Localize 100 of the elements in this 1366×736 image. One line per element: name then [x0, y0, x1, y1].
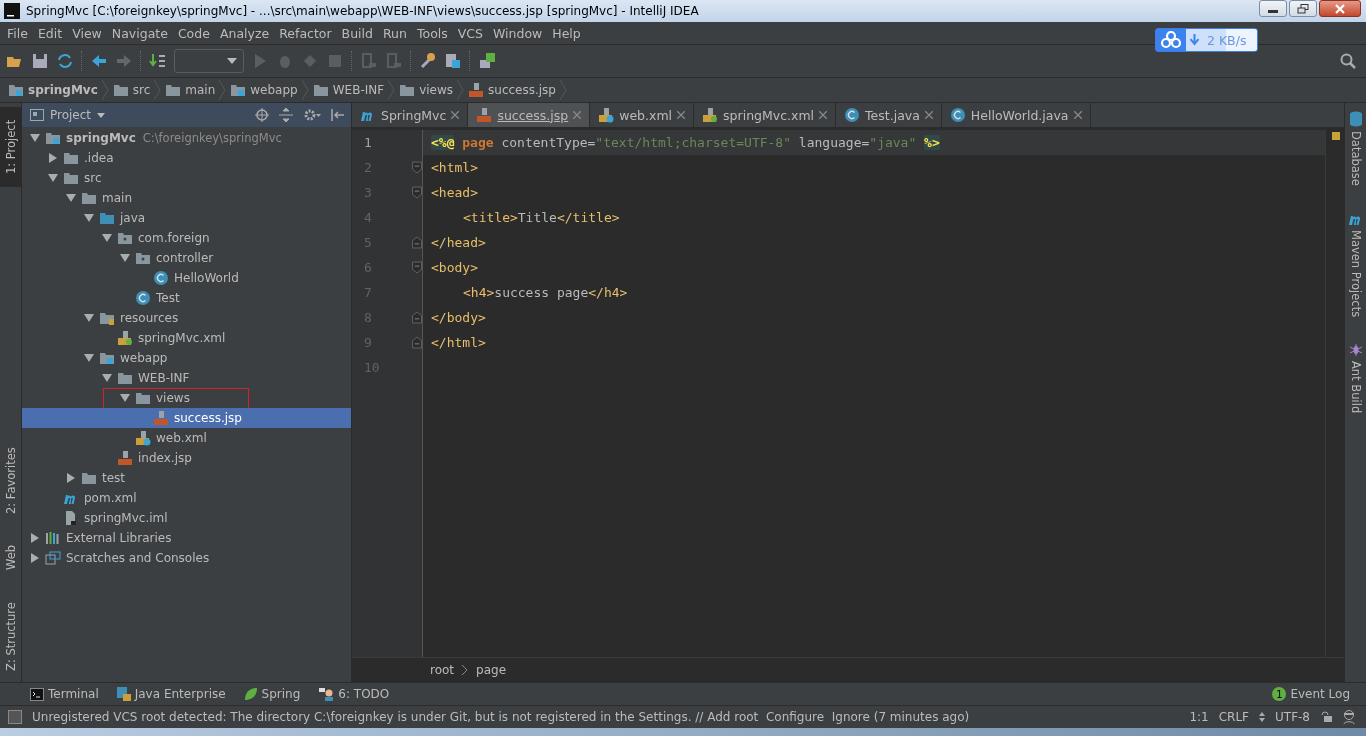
tree-item[interactable]: index.jsp — [22, 448, 351, 468]
inspector-icon[interactable] — [1342, 709, 1356, 725]
breadcrumb-item[interactable]: src — [112, 83, 151, 97]
menu-item[interactable]: File — [2, 25, 33, 41]
tool-window-tab[interactable]: Java Enterprise — [116, 687, 226, 701]
menu-item[interactable]: Build — [336, 25, 378, 41]
expanded-arrow-icon[interactable] — [84, 313, 94, 323]
editor-tab[interactable]: Test.java — [836, 103, 942, 127]
editor-tab[interactable]: HelloWorld.java — [941, 103, 1091, 127]
tool-window-tab[interactable]: Terminal — [30, 687, 99, 701]
tree-item[interactable]: .idea — [22, 148, 351, 168]
close-icon[interactable] — [924, 111, 933, 119]
tree-item[interactable]: web.xml — [22, 428, 351, 448]
menu-item[interactable]: Code — [172, 25, 215, 41]
menu-item[interactable]: Navigate — [106, 25, 173, 41]
editor-tab[interactable]: web.xml — [590, 103, 695, 127]
expanded-arrow-icon[interactable] — [120, 253, 130, 263]
hide-panel-icon[interactable] — [331, 108, 345, 122]
close-button[interactable] — [1319, 0, 1361, 17]
expanded-arrow-icon[interactable] — [120, 393, 130, 403]
close-icon[interactable] — [677, 111, 686, 119]
tool-window-tab[interactable]: 6: TODO — [318, 687, 390, 701]
tree-item[interactable]: External Libraries — [22, 528, 351, 548]
tool-window-tab[interactable]: Maven Projects — [1347, 211, 1364, 317]
expanded-arrow-icon[interactable] — [66, 193, 76, 203]
tool-window-tab[interactable]: Ant Build — [1348, 343, 1363, 414]
panel-toggle-icon[interactable] — [8, 710, 22, 724]
menu-item[interactable]: Analyze — [214, 25, 275, 41]
lock-icon[interactable] — [1320, 711, 1332, 723]
tool-window-tab[interactable]: Web — [0, 535, 21, 579]
collapsed-arrow-icon[interactable] — [30, 533, 40, 543]
minimize-button[interactable] — [1259, 0, 1287, 17]
panel-title-dropdown[interactable]: Project — [30, 108, 106, 122]
caret-position[interactable]: 1:1 — [1189, 710, 1209, 724]
editor-tab[interactable]: success.jsp — [468, 103, 591, 127]
fold-marker-icon[interactable] — [412, 261, 422, 274]
fold-marker-icon[interactable] — [412, 311, 422, 324]
fold-marker-icon[interactable] — [412, 186, 422, 199]
settings-icon[interactable] — [303, 108, 321, 122]
breadcrumb-item[interactable]: webapp — [230, 83, 298, 97]
tree-item[interactable]: main — [22, 188, 351, 208]
breadcrumb-item[interactable]: success.jsp — [468, 82, 556, 98]
expanded-arrow-icon[interactable] — [102, 373, 112, 383]
tool-window-tab[interactable]: Database — [1348, 111, 1363, 186]
collapsed-arrow-icon[interactable] — [30, 553, 40, 563]
collapse-icon[interactable] — [279, 108, 293, 122]
tree-item[interactable]: pom.xml — [22, 488, 351, 508]
tree-item[interactable]: com.foreign — [22, 228, 351, 248]
event-log-tab[interactable]: 1 Event Log — [1272, 687, 1350, 701]
expanded-arrow-icon[interactable] — [102, 233, 112, 243]
structure-icon[interactable] — [419, 52, 437, 70]
tree-item[interactable]: Scratches and Consoles — [22, 548, 351, 568]
tree-item[interactable]: src — [22, 168, 351, 188]
menu-item[interactable]: Window — [488, 25, 548, 41]
tree-item[interactable]: resources — [22, 308, 351, 328]
close-icon[interactable] — [573, 111, 582, 119]
expanded-arrow-icon[interactable] — [30, 133, 40, 143]
tool-window-tab[interactable]: 1: Project — [0, 107, 21, 187]
breadcrumb-item[interactable]: views — [399, 83, 454, 97]
breadcrumb-item[interactable]: page — [476, 663, 507, 677]
menu-item[interactable]: Run — [378, 25, 412, 41]
file-encoding[interactable]: UTF-8 — [1275, 710, 1310, 724]
breadcrumb-item[interactable]: main — [165, 83, 216, 97]
back-icon[interactable] — [90, 52, 108, 70]
sync-icon[interactable] — [56, 52, 74, 70]
tree-item[interactable]: java — [22, 208, 351, 228]
tree-item[interactable]: Test — [22, 288, 351, 308]
tool-window-tab[interactable]: Z: Structure — [0, 599, 21, 675]
tree-item[interactable]: webapp — [22, 348, 351, 368]
tree-item[interactable]: controller — [22, 248, 351, 268]
target-icon[interactable] — [255, 108, 269, 122]
make-icon[interactable] — [149, 52, 167, 70]
menu-item[interactable]: Help — [547, 25, 586, 41]
expanded-arrow-icon[interactable] — [48, 173, 58, 183]
restore-button[interactable] — [1289, 0, 1317, 17]
expanded-arrow-icon[interactable] — [84, 353, 94, 363]
search-icon[interactable] — [1340, 53, 1356, 69]
close-icon[interactable] — [1073, 111, 1082, 119]
fold-marker-icon[interactable] — [412, 336, 422, 349]
collapsed-arrow-icon[interactable] — [48, 153, 58, 163]
fold-marker-icon[interactable] — [412, 161, 422, 174]
tree-item[interactable]: springMvc.xml — [22, 328, 351, 348]
menu-item[interactable]: Edit — [32, 25, 68, 41]
fold-marker-icon[interactable] — [412, 236, 422, 249]
save-icon[interactable] — [31, 52, 49, 70]
expanded-arrow-icon[interactable] — [84, 213, 94, 223]
menu-item[interactable]: Tools — [411, 25, 453, 41]
menu-item[interactable]: View — [67, 25, 107, 41]
tree-item[interactable]: WEB-INF — [22, 368, 351, 388]
tool-window-tab[interactable]: 2: Favorites — [0, 443, 21, 518]
tree-item[interactable]: springMvc.iml — [22, 508, 351, 528]
tool-window-tab[interactable]: Spring — [243, 687, 301, 701]
tree-item[interactable]: springMvc C:\foreignkey\springMvc — [22, 128, 351, 148]
breadcrumb-item[interactable]: WEB-INF — [312, 83, 385, 97]
line-separator[interactable]: CRLF — [1218, 710, 1249, 724]
menu-item[interactable]: VCS — [452, 25, 488, 41]
breadcrumb-item[interactable]: springMvc — [8, 83, 98, 97]
tree-item[interactable]: success.jsp — [22, 408, 351, 428]
close-icon[interactable] — [819, 111, 828, 119]
collapsed-arrow-icon[interactable] — [66, 473, 76, 483]
